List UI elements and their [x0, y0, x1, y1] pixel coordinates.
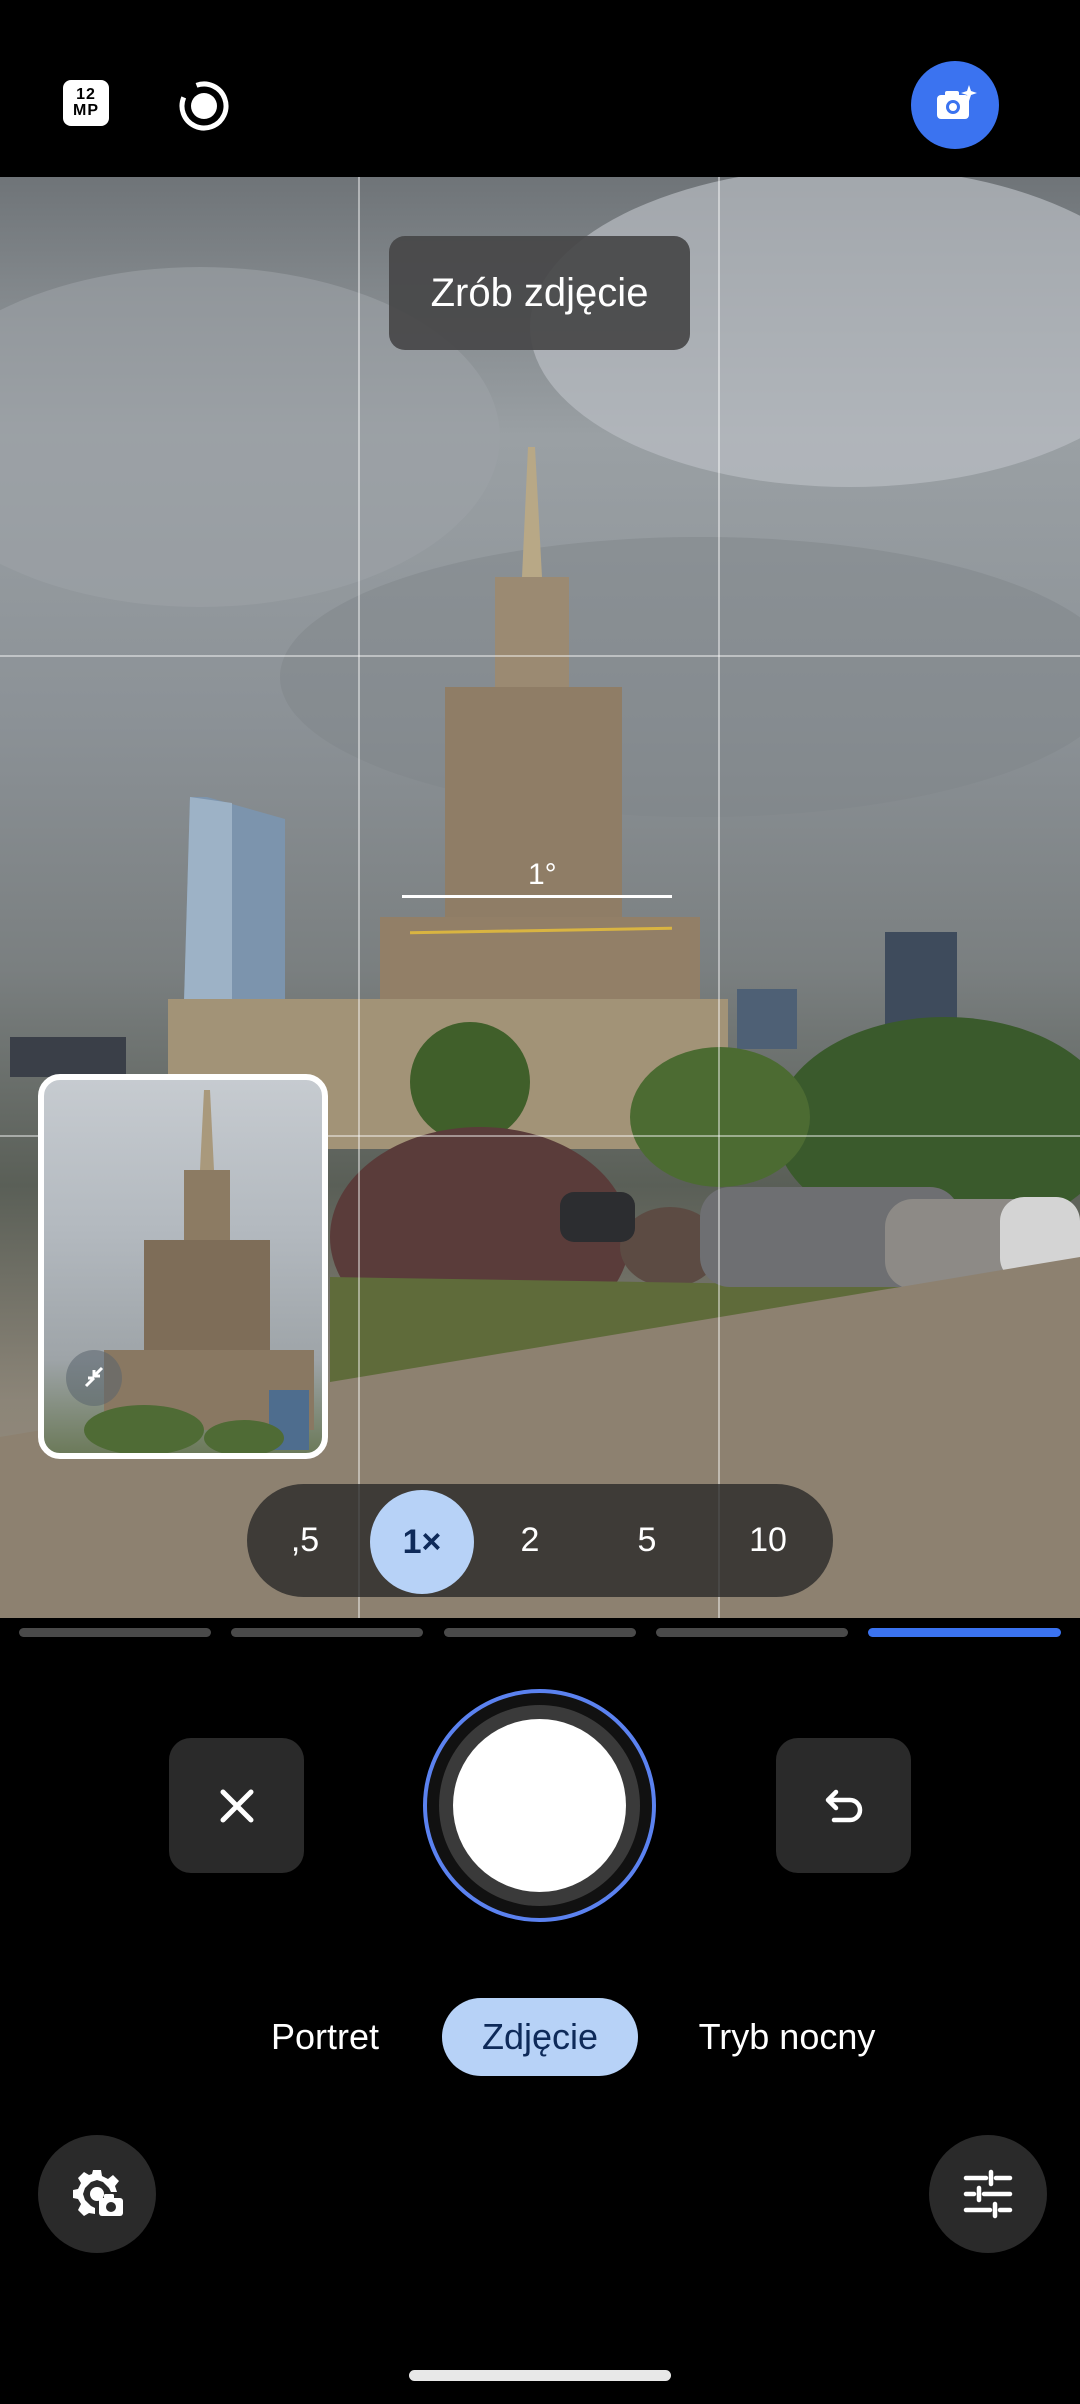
- shutter-icon: [453, 1719, 626, 1892]
- mode-portrait[interactable]: Portret: [250, 1998, 400, 2076]
- mode-page-indicators: [0, 1628, 1080, 1638]
- level-reference-line: [402, 895, 672, 898]
- shutter-button[interactable]: [423, 1689, 656, 1922]
- settings-camera-icon: [73, 2170, 123, 2216]
- home-indicator[interactable]: [409, 2370, 671, 2381]
- level-degree-label: 1°: [528, 858, 557, 891]
- camera-sparkle-button[interactable]: [911, 61, 999, 149]
- resolution-12mp-badge[interactable]: 12 MP: [63, 80, 109, 126]
- mode-indicator-active: [868, 1628, 1061, 1637]
- mode-photo[interactable]: Zdjęcie: [442, 1998, 638, 2076]
- grid-line-vertical-2: [718, 177, 720, 1618]
- camera-sparkle-icon: [937, 85, 977, 119]
- mode-indicator: [656, 1628, 848, 1637]
- adjust-settings-button[interactable]: [929, 2135, 1047, 2253]
- undo-button[interactable]: [776, 1738, 911, 1873]
- mode-indicator: [444, 1628, 636, 1637]
- shutter-ring: [439, 1705, 640, 1906]
- zoom-option-1x[interactable]: 1×: [370, 1490, 474, 1594]
- grid-line-vertical-1: [358, 177, 360, 1618]
- top-bar: 12 MP: [0, 0, 1080, 177]
- resolution-badge-number: 12: [76, 86, 96, 103]
- grid-line-horizontal-1: [0, 655, 1080, 657]
- zoom-option-10x[interactable]: 10: [728, 1484, 808, 1597]
- thumbnail-preview[interactable]: [38, 1074, 328, 1459]
- resolution-badge-unit: MP: [73, 102, 99, 119]
- close-icon: [220, 1789, 253, 1822]
- mode-night[interactable]: Tryb nocny: [680, 1998, 894, 2076]
- zoom-option-2x[interactable]: 2: [497, 1484, 563, 1597]
- undo-icon: [825, 1789, 862, 1822]
- camera-viewfinder[interactable]: Zrób zdjęcie 1° ,5 1× 2 5 10: [0, 177, 1080, 1618]
- collapse-arrows-icon[interactable]: [66, 1350, 122, 1406]
- adjust-sliders-icon: [963, 2169, 1013, 2219]
- mode-indicator: [19, 1628, 211, 1637]
- timer-icon[interactable]: [176, 78, 232, 134]
- zoom-selector: ,5 1× 2 5 10: [247, 1484, 833, 1597]
- zoom-option-0-5[interactable]: ,5: [272, 1484, 338, 1597]
- zoom-option-5x[interactable]: 5: [614, 1484, 680, 1597]
- mode-indicator: [231, 1628, 423, 1637]
- take-photo-hint: Zrób zdjęcie: [389, 236, 690, 350]
- close-button[interactable]: [169, 1738, 304, 1873]
- camera-settings-button[interactable]: [38, 2135, 156, 2253]
